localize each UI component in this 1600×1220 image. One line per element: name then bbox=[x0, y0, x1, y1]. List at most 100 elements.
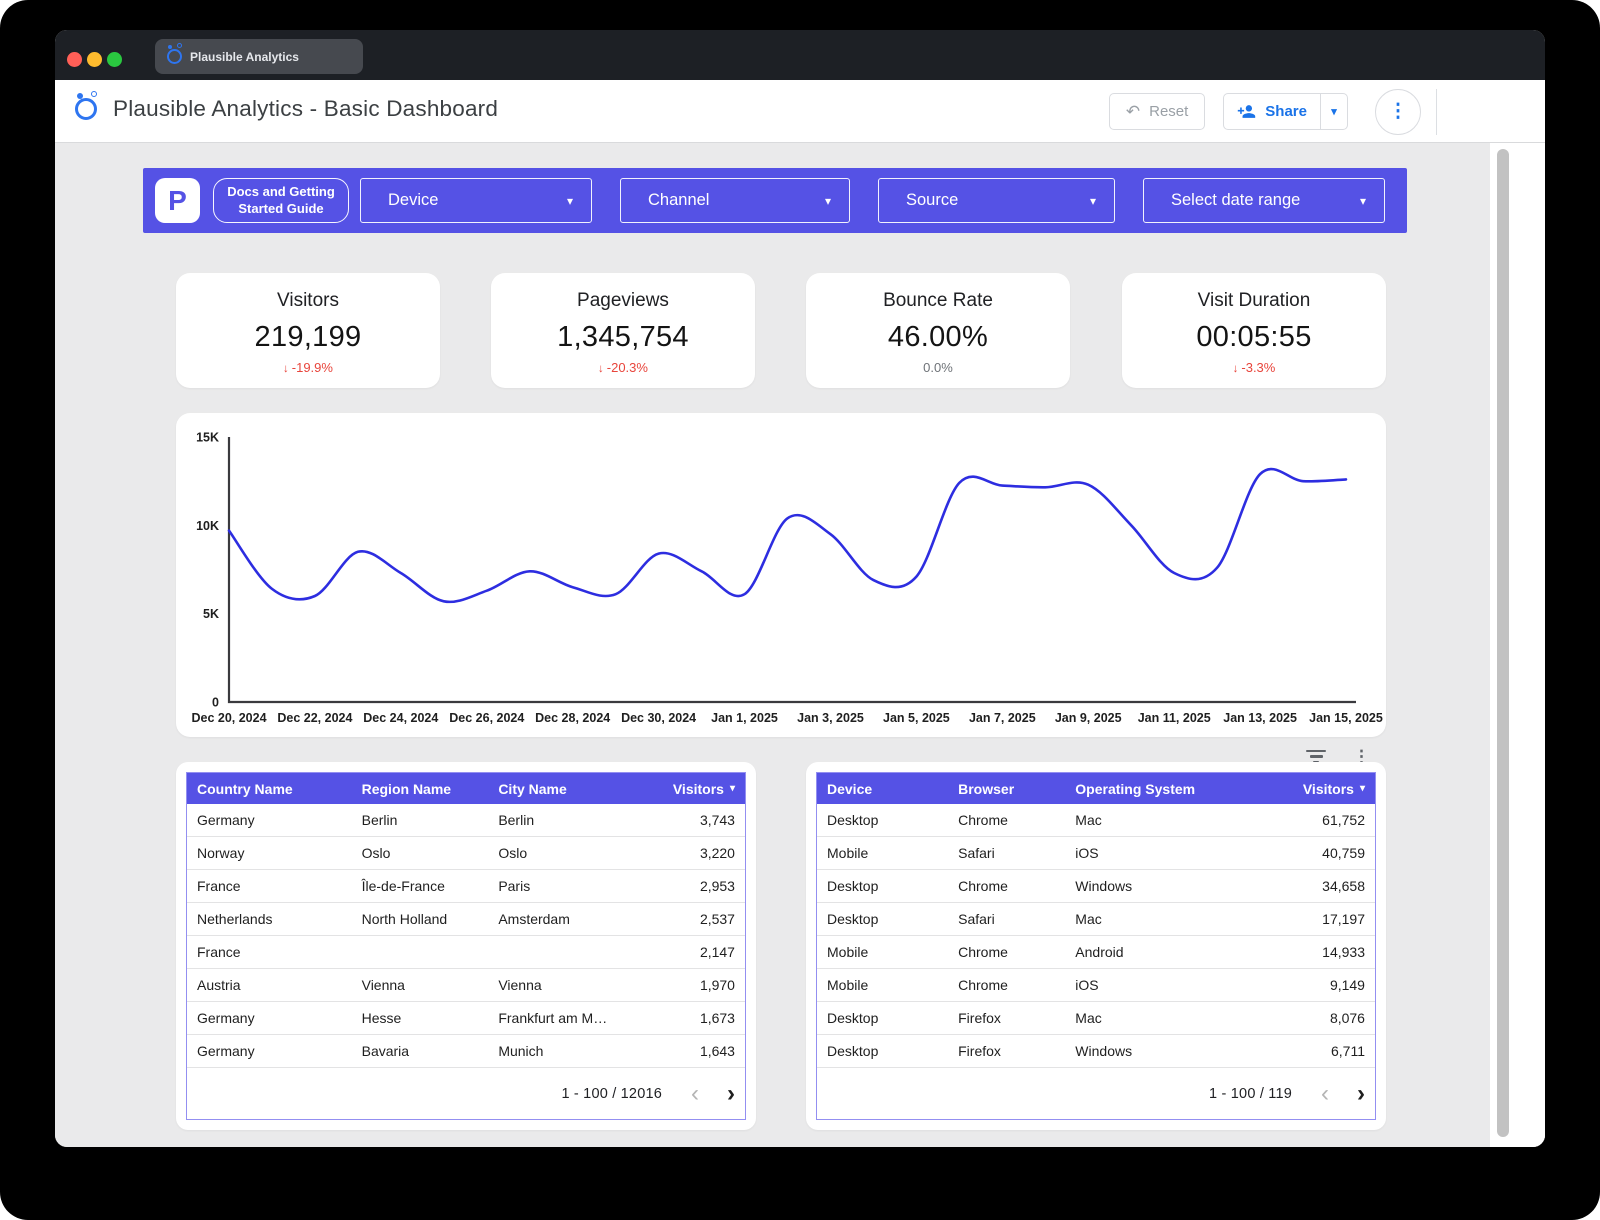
table-row[interactable]: Germany Bavaria Munich 1,643 bbox=[187, 1035, 745, 1068]
next-page-button[interactable] bbox=[1355, 1084, 1367, 1103]
svg-text:Jan 7, 2025: Jan 7, 2025 bbox=[969, 711, 1036, 725]
table-cell: Netherlands bbox=[187, 911, 352, 927]
chevron-down-icon bbox=[825, 194, 831, 208]
tab-title: Plausible Analytics bbox=[190, 50, 299, 64]
plausible-p-icon: P bbox=[168, 187, 187, 215]
prev-page-button[interactable] bbox=[689, 1084, 701, 1103]
table-cell: Chrome bbox=[948, 878, 1065, 894]
column-visitors[interactable]: Visitors bbox=[639, 781, 745, 797]
scorecard-visit-duration: Visit Duration 00:05:55 -3.3% bbox=[1122, 273, 1386, 388]
share-options-caret[interactable] bbox=[1320, 94, 1347, 129]
table-cell: 8,076 bbox=[1255, 1010, 1375, 1026]
reset-button[interactable]: Reset bbox=[1109, 93, 1205, 130]
table-row[interactable]: France 2,147 bbox=[187, 936, 745, 969]
table-cell: Desktop bbox=[817, 878, 948, 894]
table-row[interactable]: France Île-de-France Paris 2,953 bbox=[187, 870, 745, 903]
geo-table-footer: 1 - 100 / 12016 bbox=[187, 1068, 745, 1119]
table-cell: Mac bbox=[1065, 911, 1255, 927]
table-cell: Mobile bbox=[817, 845, 948, 861]
channel-filter-dropdown[interactable]: Channel bbox=[620, 178, 850, 223]
column-browser[interactable]: Browser bbox=[948, 781, 1065, 797]
table-cell: Mac bbox=[1065, 812, 1255, 828]
scorecard-value: 00:05:55 bbox=[1122, 321, 1386, 354]
plausible-favicon-icon bbox=[167, 49, 182, 64]
table-row[interactable]: Desktop Chrome Windows 34,658 bbox=[817, 870, 1375, 903]
source-filter-dropdown[interactable]: Source bbox=[878, 178, 1115, 223]
table-cell: North Holland bbox=[352, 911, 489, 927]
svg-text:Jan 13, 2025: Jan 13, 2025 bbox=[1223, 711, 1297, 725]
table-row[interactable]: Germany Berlin Berlin 3,743 bbox=[187, 804, 745, 837]
browser-tab[interactable]: Plausible Analytics bbox=[155, 39, 363, 74]
docs-button[interactable]: Docs and Getting Started Guide bbox=[213, 178, 349, 223]
svg-text:Jan 1, 2025: Jan 1, 2025 bbox=[711, 711, 778, 725]
table-row[interactable]: Norway Oslo Oslo 3,220 bbox=[187, 837, 745, 870]
svg-text:Dec 28, 2024: Dec 28, 2024 bbox=[535, 711, 610, 725]
column-city-name[interactable]: City Name bbox=[488, 781, 639, 797]
column-operating-system[interactable]: Operating System bbox=[1065, 781, 1255, 797]
share-button[interactable]: Share bbox=[1223, 93, 1348, 130]
scorecard-delta: 0.0% bbox=[806, 360, 1070, 375]
table-row[interactable]: Desktop Firefox Mac 8,076 bbox=[817, 1002, 1375, 1035]
table-row[interactable]: Desktop Chrome Mac 61,752 bbox=[817, 804, 1375, 837]
column-device[interactable]: Device bbox=[817, 781, 948, 797]
minimize-window-button[interactable] bbox=[87, 52, 102, 67]
reset-button-label: Reset bbox=[1149, 103, 1188, 120]
column-visitors[interactable]: Visitors bbox=[1255, 781, 1375, 797]
column-region-name[interactable]: Region Name bbox=[352, 781, 489, 797]
table-cell: Desktop bbox=[817, 1010, 948, 1026]
share-button-label: Share bbox=[1265, 103, 1307, 120]
table-cell: Île-de-France bbox=[352, 878, 489, 894]
scorecard-label: Pageviews bbox=[491, 290, 755, 312]
visitors-line-chart[interactable]: 05K10K15KDec 20, 2024Dec 22, 2024Dec 24,… bbox=[176, 413, 1386, 737]
table-row[interactable]: Germany Hesse Frankfurt am M… 1,673 bbox=[187, 1002, 745, 1035]
svg-text:15K: 15K bbox=[196, 431, 219, 445]
table-cell: 2,147 bbox=[639, 944, 745, 960]
table-cell: Austria bbox=[187, 977, 352, 993]
date-range-dropdown[interactable]: Select date range bbox=[1143, 178, 1385, 223]
table-row[interactable]: Mobile Chrome Android 14,933 bbox=[817, 936, 1375, 969]
table-cell: 9,149 bbox=[1255, 977, 1375, 993]
down-arrow-icon bbox=[1233, 363, 1239, 375]
table-cell: Oslo bbox=[352, 845, 489, 861]
svg-text:Jan 5, 2025: Jan 5, 2025 bbox=[883, 711, 950, 725]
next-page-button[interactable] bbox=[725, 1084, 737, 1103]
table-row[interactable]: Austria Vienna Vienna 1,970 bbox=[187, 969, 745, 1002]
pagination-label: 1 - 100 / 12016 bbox=[561, 1086, 662, 1102]
geo-table-card: Country Name Region Name City Name Visit… bbox=[176, 762, 756, 1130]
zoom-window-button[interactable] bbox=[107, 52, 122, 67]
device-filter-dropdown[interactable]: Device bbox=[360, 178, 592, 223]
table-cell: Mac bbox=[1065, 1010, 1255, 1026]
tech-table-header: Device Browser Operating System Visitors bbox=[817, 773, 1375, 804]
table-row[interactable]: Desktop Safari Mac 17,197 bbox=[817, 903, 1375, 936]
svg-text:Dec 22, 2024: Dec 22, 2024 bbox=[277, 711, 352, 725]
scrollbar-thumb[interactable] bbox=[1497, 149, 1509, 1137]
chevron-down-icon bbox=[1090, 194, 1096, 208]
chevron-down-icon bbox=[1360, 194, 1366, 208]
table-row[interactable]: Mobile Safari iOS 40,759 bbox=[817, 837, 1375, 870]
table-cell: Mobile bbox=[817, 944, 948, 960]
table-cell: Android bbox=[1065, 944, 1255, 960]
column-country-name[interactable]: Country Name bbox=[187, 781, 352, 797]
table-cell: Berlin bbox=[488, 812, 639, 828]
table-row[interactable]: Mobile Chrome iOS 9,149 bbox=[817, 969, 1375, 1002]
prev-page-button[interactable] bbox=[1319, 1084, 1331, 1103]
tech-table-footer: 1 - 100 / 119 bbox=[817, 1068, 1375, 1119]
screen-background: Plausible Analytics Plausible Analytics … bbox=[0, 0, 1600, 1220]
header-divider bbox=[1436, 89, 1437, 135]
filter-bar: P Docs and Getting Started Guide Device … bbox=[143, 168, 1407, 233]
close-window-button[interactable] bbox=[67, 52, 82, 67]
report-header: Plausible Analytics - Basic Dashboard Re… bbox=[55, 80, 1545, 143]
table-cell: 6,711 bbox=[1255, 1043, 1375, 1059]
table-cell: Hesse bbox=[352, 1010, 489, 1026]
table-cell: France bbox=[187, 944, 352, 960]
table-cell: Amsterdam bbox=[488, 911, 639, 927]
table-row[interactable]: Desktop Firefox Windows 6,711 bbox=[817, 1035, 1375, 1068]
table-cell: Windows bbox=[1065, 878, 1255, 894]
table-row[interactable]: Netherlands North Holland Amsterdam 2,53… bbox=[187, 903, 745, 936]
undo-icon bbox=[1126, 103, 1140, 120]
scorecard-value: 219,199 bbox=[176, 321, 440, 354]
person-add-icon bbox=[1237, 102, 1256, 121]
tech-table-card: Device Browser Operating System Visitors… bbox=[806, 762, 1386, 1130]
more-options-button[interactable] bbox=[1375, 89, 1421, 135]
device-filter-label: Device bbox=[388, 191, 567, 210]
